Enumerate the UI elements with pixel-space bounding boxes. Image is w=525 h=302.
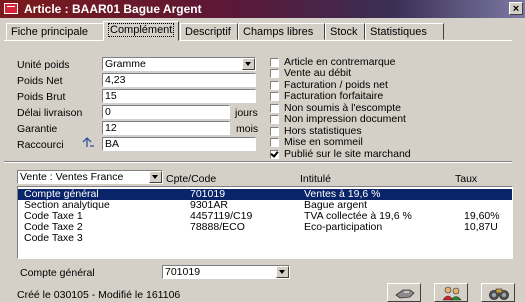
- list-row-code-taxe-1[interactable]: Code Taxe 1 4457119/C19 TVA collectée à …: [18, 211, 512, 222]
- row-name: Code Taxe 3: [24, 232, 83, 244]
- option-label: Mise en sommeil: [284, 136, 363, 148]
- unite-poids-value: Gramme: [105, 58, 146, 70]
- column-header-rate: Taux: [455, 173, 478, 185]
- option-label: Publié sur le site marchand: [284, 148, 411, 160]
- binoculars-icon: [489, 288, 509, 300]
- tab-descriptif[interactable]: Descriptif: [180, 23, 238, 40]
- chevron-down-icon[interactable]: [242, 58, 255, 70]
- compte-general-select[interactable]: 701019: [162, 265, 290, 279]
- poids-brut-input[interactable]: 15: [102, 89, 256, 103]
- article-window: Article : BAAR01 Bague Argent × Fiche pr…: [0, 0, 525, 302]
- tab-label: Descriptif: [185, 26, 231, 38]
- checkbox-checked[interactable]: [270, 150, 279, 159]
- title-bar[interactable]: Article : BAAR01 Bague Argent ×: [0, 0, 525, 18]
- users-button[interactable]: [434, 283, 468, 302]
- raccourci-label: Raccourci: [17, 139, 64, 151]
- tab-label: Complément: [108, 23, 175, 37]
- unite-poids-select[interactable]: Gramme: [102, 57, 256, 71]
- checkbox[interactable]: [270, 138, 279, 147]
- cancel-button[interactable]: [387, 283, 421, 302]
- checkbox[interactable]: [270, 127, 279, 136]
- checkbox[interactable]: [270, 58, 279, 67]
- delai-livraison-input[interactable]: 0: [102, 105, 230, 119]
- cancel-icon: [395, 289, 415, 299]
- app-icon: [4, 3, 18, 14]
- poids-net-label: Poids Net: [17, 75, 63, 87]
- checkbox[interactable]: [270, 69, 279, 78]
- tab-label: Stock: [330, 26, 358, 38]
- tab-complement[interactable]: Complément: [103, 21, 179, 41]
- search-button[interactable]: [481, 283, 515, 302]
- sales-type-value: Vente : Ventes France: [20, 171, 124, 183]
- list-row-code-taxe-2[interactable]: Code Taxe 2 78888/ECO Eco-participation …: [18, 222, 512, 233]
- tab-label: Statistiques: [370, 26, 427, 38]
- checkbox[interactable]: [270, 81, 279, 90]
- row-code: 78888/ECO: [190, 221, 245, 233]
- sales-type-select[interactable]: Vente : Ventes France: [17, 170, 163, 184]
- compte-general-label: Compte général: [20, 267, 95, 279]
- delai-livraison-label: Délai livraison: [17, 107, 83, 119]
- shortcut-arrow-icon: [82, 137, 94, 147]
- checkbox[interactable]: [270, 104, 279, 113]
- garantie-input[interactable]: 12: [102, 121, 230, 135]
- tab-divider: [4, 40, 512, 41]
- option-label: Non impression document: [284, 113, 406, 125]
- chevron-down-icon[interactable]: [276, 266, 289, 278]
- raccourci-input[interactable]: BA: [102, 137, 256, 151]
- garantie-label: Garantie: [17, 123, 58, 135]
- tab-statistiques[interactable]: Statistiques: [365, 23, 444, 40]
- list-row-code-taxe-3[interactable]: Code Taxe 3: [18, 233, 512, 244]
- tab-label: Champs libres: [243, 26, 314, 38]
- option-label: Vente au débit: [284, 67, 352, 79]
- status-text: Créé le 030105 - Modifié le 161106: [17, 289, 181, 301]
- column-header-code: Cpte/Code: [166, 173, 217, 185]
- chevron-down-icon[interactable]: [149, 171, 162, 183]
- poids-net-input[interactable]: 4,23: [102, 73, 256, 87]
- accounting-list[interactable]: Compte général 701019 Ventes à 19,6 % Se…: [17, 186, 513, 259]
- column-header-label: Intitulé: [300, 173, 331, 185]
- poids-brut-label: Poids Brut: [17, 91, 66, 103]
- window-title: Article : BAAR01 Bague Argent: [24, 2, 202, 16]
- list-row-section-analytique[interactable]: Section analytique 9301AR Bague argent: [18, 200, 512, 211]
- checkbox[interactable]: [270, 92, 279, 101]
- option-label: Facturation forfaitaire: [284, 90, 384, 102]
- row-rate: 10,87U: [464, 221, 498, 233]
- mois-unit: mois: [236, 123, 259, 135]
- users-icon: [442, 286, 462, 301]
- unite-poids-label: Unité poids: [17, 59, 70, 71]
- close-button[interactable]: ×: [509, 2, 523, 15]
- jours-unit: jours: [235, 107, 258, 119]
- compte-general-value: 701019: [165, 266, 201, 278]
- tab-stock[interactable]: Stock: [325, 23, 365, 40]
- section-separator: [4, 161, 512, 163]
- tab-fiche-principale[interactable]: Fiche principale: [6, 23, 104, 40]
- row-label: Eco-participation: [304, 221, 383, 233]
- tab-label: Fiche principale: [11, 26, 89, 38]
- tab-champs-libres[interactable]: Champs libres: [238, 23, 325, 40]
- checkbox[interactable]: [270, 115, 279, 124]
